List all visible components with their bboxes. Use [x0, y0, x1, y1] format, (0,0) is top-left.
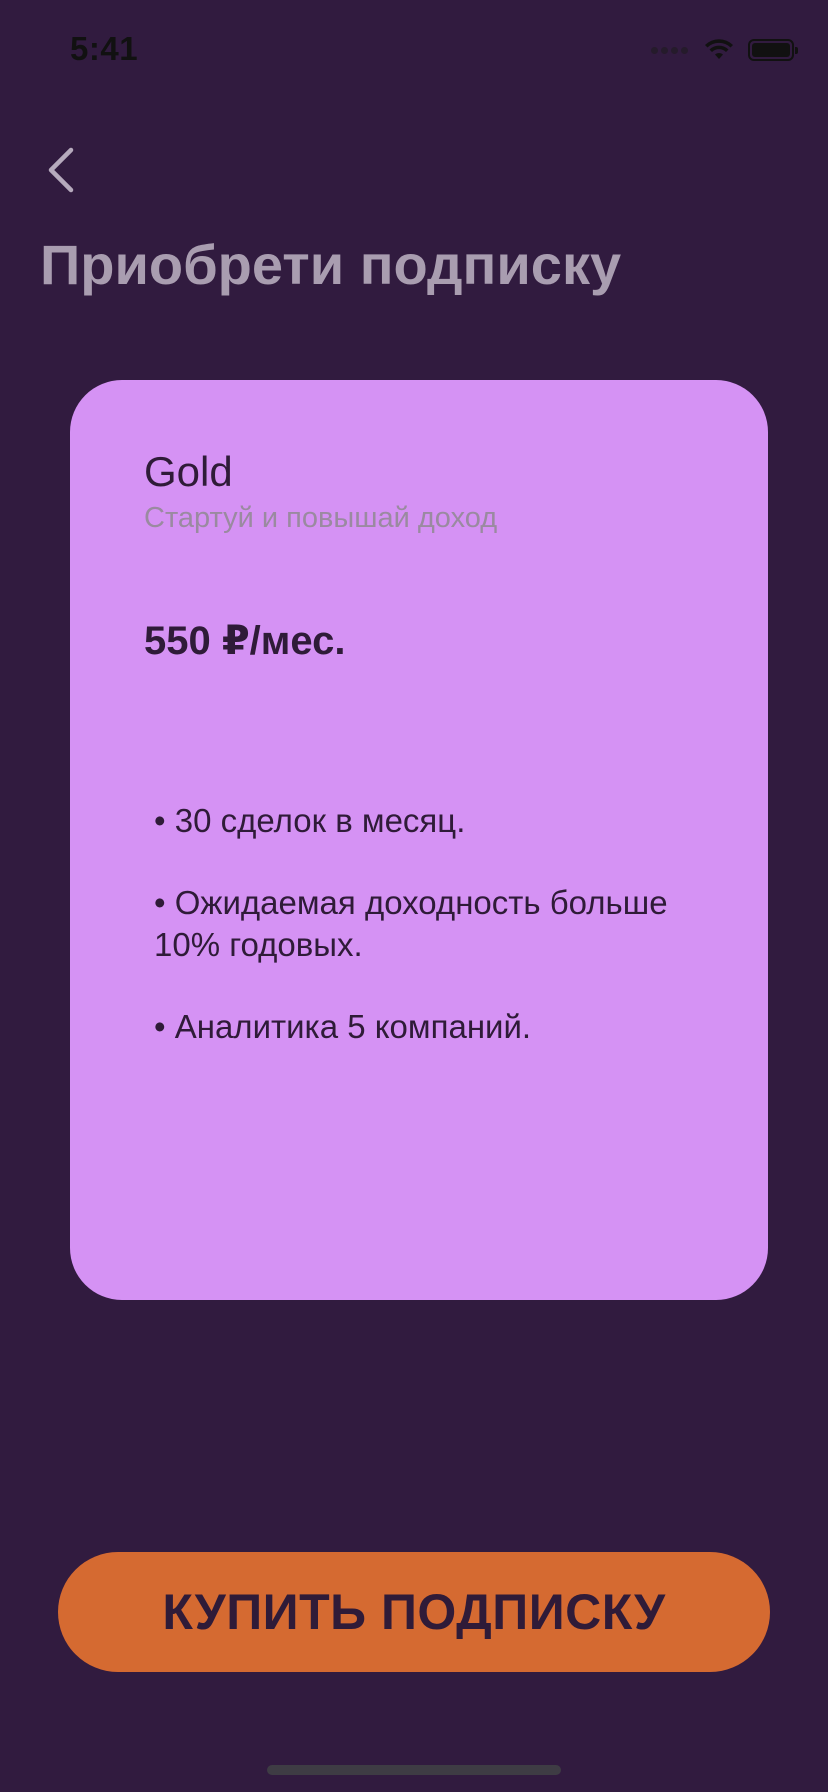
wifi-icon: [705, 39, 733, 59]
buy-subscription-button[interactable]: КУПИТЬ ПОДПИСКУ: [58, 1552, 770, 1672]
feature-item: • Ожидаемая доходность больше 10% годовы…: [154, 884, 668, 963]
status-icons: [651, 36, 798, 64]
feature-item: • Аналитика 5 компаний.: [154, 1008, 532, 1045]
plan-name: Gold: [144, 448, 233, 495]
signal-icon: [651, 46, 688, 54]
plan-card[interactable]: Gold Стартуй и повышай доход 550 ₽/мес. …: [70, 380, 768, 1300]
status-bar: 5:41: [0, 0, 828, 100]
plan-tagline: Стартуй и повышай доход: [144, 502, 498, 534]
feature-item: • 30 сделок в месяц.: [154, 802, 466, 839]
battery-icon: [748, 39, 798, 61]
back-button[interactable]: [36, 140, 86, 200]
plan-price: 550 ₽/мес.: [144, 619, 346, 663]
feature-list: • 30 сделок в месяц. • Ожидаемая доходно…: [154, 800, 714, 1088]
page-title: Приобрети подписку: [40, 233, 622, 296]
status-time: 5:41: [70, 30, 139, 67]
home-indicator: [267, 1765, 561, 1775]
chevron-left-icon: [48, 147, 74, 193]
